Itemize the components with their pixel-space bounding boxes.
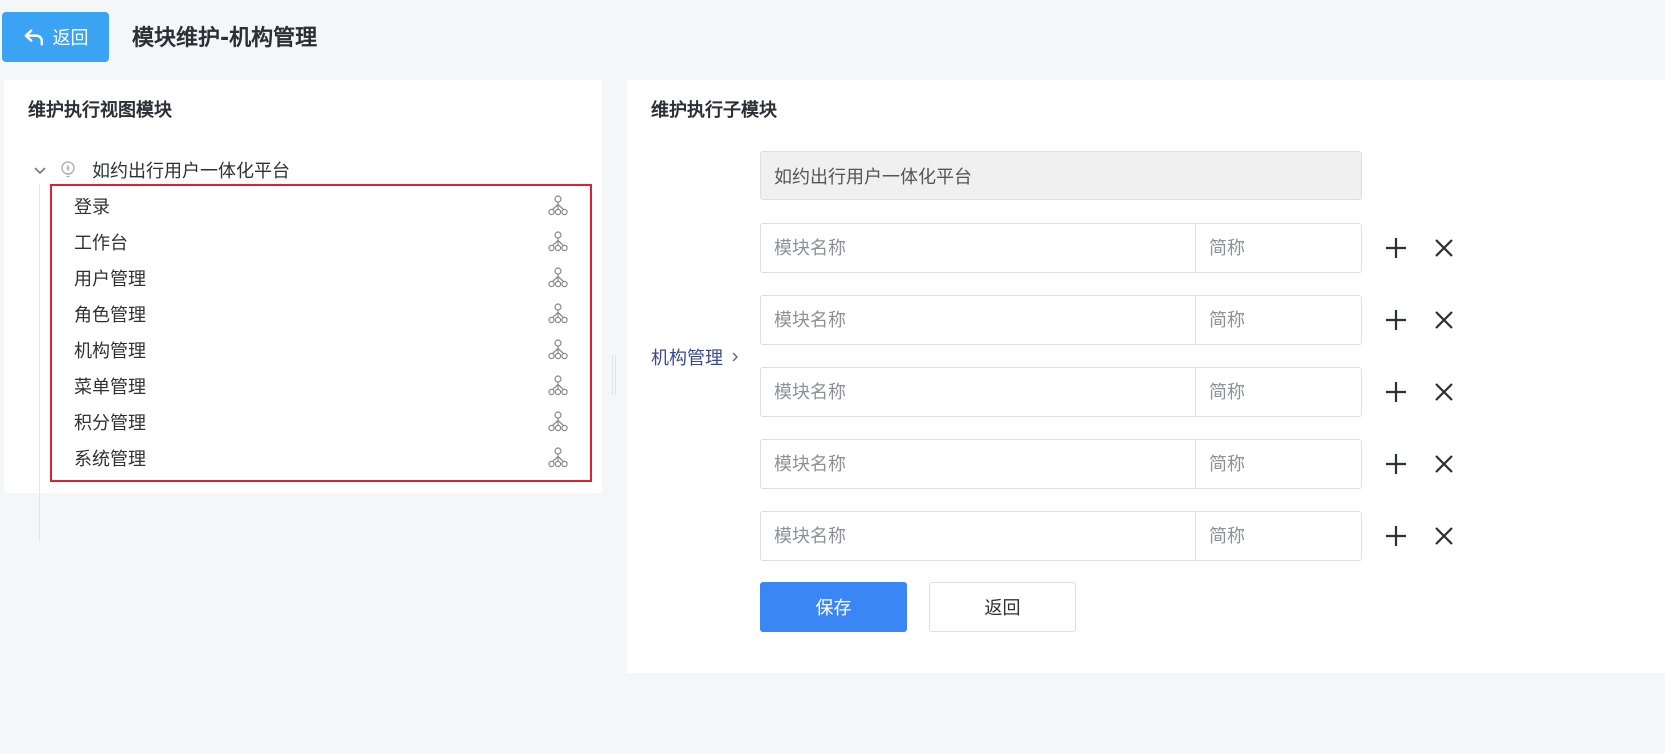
row-actions xyxy=(1383,223,1457,273)
module-row xyxy=(760,511,1362,561)
module-abbr-input[interactable] xyxy=(1196,367,1362,417)
back-button-label: 返回 xyxy=(52,28,89,49)
module-name-input[interactable] xyxy=(760,295,1196,345)
return-arrow-icon xyxy=(24,29,43,46)
plus-icon xyxy=(1386,238,1406,258)
add-row-button[interactable] xyxy=(1383,307,1409,333)
tree-item-system-management[interactable]: 系统管理 xyxy=(52,440,590,476)
module-row xyxy=(760,295,1362,345)
tree-item-label: 机构管理 xyxy=(74,341,146,362)
add-row-button[interactable] xyxy=(1383,379,1409,405)
lightbulb-icon xyxy=(61,161,75,178)
sub-module-panel: 维护执行子模块 机构管理 如约出行用户一体化平台 模块名称 简称 模块名称 简称… xyxy=(627,80,1665,673)
save-button[interactable]: 保存 xyxy=(760,582,907,632)
tree-item-menu-management[interactable]: 菜单管理 xyxy=(52,368,590,404)
tree-root-node[interactable]: 如约出行用户一体化平台 xyxy=(30,156,290,184)
row-actions xyxy=(1383,367,1457,417)
tree-item-role-management[interactable]: 角色管理 xyxy=(52,296,590,332)
tree-item-label: 系统管理 xyxy=(74,449,146,470)
close-icon xyxy=(1435,239,1453,257)
module-name-input[interactable] xyxy=(760,439,1196,489)
hierarchy-icon[interactable] xyxy=(548,231,568,253)
module-abbr-input[interactable] xyxy=(1196,295,1362,345)
module-row xyxy=(760,367,1362,417)
tree-children-highlight: 登录 工作台 用户管理 角色管理 机构管理 菜单管理 积分管理 系统管理 xyxy=(50,184,592,482)
close-icon xyxy=(1435,455,1453,473)
row-actions xyxy=(1383,439,1457,489)
row-actions xyxy=(1383,511,1457,561)
add-row-button[interactable] xyxy=(1383,235,1409,261)
panel-splitter-handle[interactable] xyxy=(612,355,616,395)
close-icon xyxy=(1435,383,1453,401)
hierarchy-icon[interactable] xyxy=(548,375,568,397)
hierarchy-icon[interactable] xyxy=(548,411,568,433)
view-module-panel-title: 维护执行视图模块 xyxy=(28,100,172,121)
chevron-right-icon xyxy=(732,352,738,362)
tree-root-label: 如约出行用户一体化平台 xyxy=(92,161,290,182)
chevron-down-icon[interactable] xyxy=(30,160,50,180)
module-name-input[interactable] xyxy=(760,367,1196,417)
plus-icon xyxy=(1386,526,1406,546)
tree-item-login[interactable]: 登录 xyxy=(52,188,590,224)
back-button[interactable]: 返回 xyxy=(2,12,109,62)
current-module-label: 机构管理 xyxy=(651,348,723,369)
module-abbr-input[interactable] xyxy=(1196,439,1362,489)
return-button[interactable]: 返回 xyxy=(929,582,1076,632)
hierarchy-icon[interactable] xyxy=(548,195,568,217)
parent-module-field: 如约出行用户一体化平台 xyxy=(760,151,1362,200)
module-name-input[interactable] xyxy=(760,511,1196,561)
tree-item-workbench[interactable]: 工作台 xyxy=(52,224,590,260)
page-title: 模块维护-机构管理 xyxy=(132,26,318,51)
row-actions xyxy=(1383,295,1457,345)
tree-item-label: 积分管理 xyxy=(74,413,146,434)
hierarchy-icon[interactable] xyxy=(548,303,568,325)
remove-row-button[interactable] xyxy=(1431,451,1457,477)
tree-item-label: 菜单管理 xyxy=(74,377,146,398)
tree-item-label: 工作台 xyxy=(74,233,128,254)
tree-item-points-management[interactable]: 积分管理 xyxy=(52,404,590,440)
tree-item-label: 登录 xyxy=(74,197,110,218)
view-module-panel: 维护执行视图模块 如约出行用户一体化平台 登录 工作台 用户管理 角色管理 机构… xyxy=(4,80,602,542)
tree-item-label: 角色管理 xyxy=(74,305,146,326)
module-name-input[interactable] xyxy=(760,223,1196,273)
remove-row-button[interactable] xyxy=(1431,523,1457,549)
add-row-button[interactable] xyxy=(1383,451,1409,477)
sub-module-panel-title: 维护执行子模块 xyxy=(651,100,777,121)
current-module-crumb[interactable]: 机构管理 xyxy=(651,344,741,370)
remove-row-button[interactable] xyxy=(1431,307,1457,333)
close-icon xyxy=(1435,311,1453,329)
module-abbr-input[interactable] xyxy=(1196,223,1362,273)
hierarchy-icon[interactable] xyxy=(548,267,568,289)
add-row-button[interactable] xyxy=(1383,523,1409,549)
hierarchy-icon[interactable] xyxy=(548,447,568,469)
close-icon xyxy=(1435,527,1453,545)
remove-row-button[interactable] xyxy=(1431,379,1457,405)
module-row xyxy=(760,223,1362,273)
module-abbr-input[interactable] xyxy=(1196,511,1362,561)
module-row xyxy=(760,439,1362,489)
plus-icon xyxy=(1386,454,1406,474)
tree-item-user-management[interactable]: 用户管理 xyxy=(52,260,590,296)
remove-row-button[interactable] xyxy=(1431,235,1457,261)
plus-icon xyxy=(1386,310,1406,330)
tree-item-org-management[interactable]: 机构管理 xyxy=(52,332,590,368)
hierarchy-icon[interactable] xyxy=(548,339,568,361)
tree-guide-line xyxy=(39,184,40,542)
plus-icon xyxy=(1386,382,1406,402)
tree-item-label: 用户管理 xyxy=(74,269,146,290)
